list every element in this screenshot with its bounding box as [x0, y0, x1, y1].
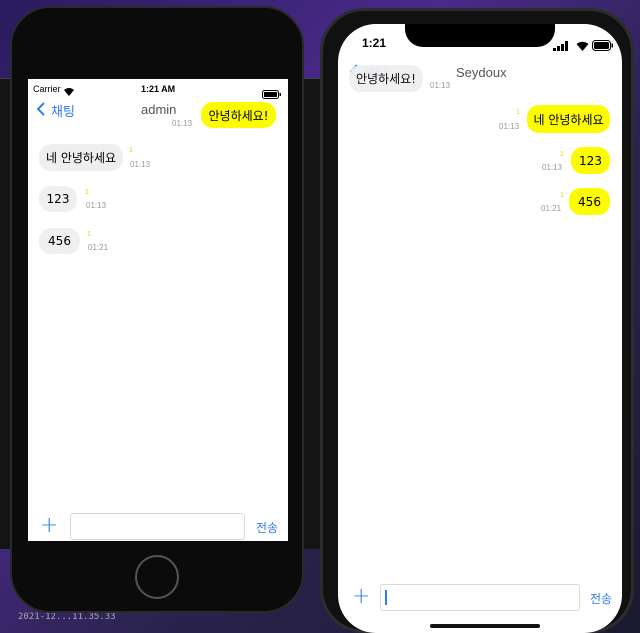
read-count: 1	[87, 231, 91, 238]
attach-plus-button[interactable]: +	[40, 515, 58, 537]
message-bubble-outgoing[interactable]: 456	[569, 188, 610, 215]
status-time: 1:21	[362, 36, 387, 50]
status-time: 1:21 AM	[141, 84, 176, 94]
battery-icon	[262, 84, 282, 103]
chat-screen-admin: Carrier 1:21 AM 채팅 admin 안녕하세요! 01:13 네 …	[28, 79, 288, 541]
message-bubble-incoming[interactable]: 456	[39, 228, 80, 254]
message-time: 01:13	[172, 119, 193, 128]
wifi-icon	[576, 36, 589, 55]
read-count: 1	[516, 109, 520, 116]
message-bubble-incoming[interactable]: 네 안녕하세요	[39, 144, 123, 171]
message-time: 01:13	[130, 160, 151, 169]
read-count: 1	[560, 151, 564, 158]
home-indicator[interactable]	[430, 624, 540, 628]
back-button[interactable]: 채팅	[51, 101, 75, 120]
read-count: 1	[560, 192, 564, 199]
send-button[interactable]: 전송	[590, 590, 612, 607]
message-bubble-outgoing[interactable]: 안녕하세요!	[201, 102, 276, 128]
message-time: 01:13	[542, 163, 563, 172]
message-time: 01:13	[86, 201, 107, 210]
carrier-label: Carrier	[33, 84, 61, 94]
message-time: 01:13	[499, 122, 520, 131]
message-time: 01:13	[430, 81, 451, 90]
chat-screen-seydoux: 1:21 채팅 Seydoux 안녕하세요! 01:13 네 안녕하세요 1 0…	[338, 24, 622, 633]
read-count: 1	[129, 147, 133, 154]
message-bubble-incoming[interactable]: 안녕하세요!	[349, 65, 423, 92]
chat-title: admin	[141, 102, 177, 117]
message-bubble-outgoing[interactable]: 네 안녕하세요	[527, 105, 610, 133]
home-button[interactable]	[135, 555, 179, 599]
attach-plus-button[interactable]: +	[352, 586, 370, 608]
read-count: 1	[85, 189, 89, 196]
text-caret	[385, 590, 387, 605]
message-bubble-incoming[interactable]: 123	[39, 186, 77, 212]
chat-title: Seydoux	[456, 65, 507, 80]
notch	[405, 24, 555, 47]
signal-icon	[553, 36, 569, 55]
wifi-icon	[63, 82, 75, 101]
back-chevron-icon[interactable]	[36, 101, 46, 120]
message-bubble-outgoing[interactable]: 123	[571, 147, 610, 174]
message-time: 01:21	[88, 243, 109, 252]
message-input[interactable]	[70, 513, 245, 540]
send-button[interactable]: 전송	[256, 519, 278, 536]
message-time: 01:21	[541, 204, 562, 213]
message-input[interactable]	[380, 584, 580, 611]
battery-icon	[592, 36, 614, 55]
background-timestamp: 2021-12...11.35.33	[18, 612, 116, 622]
